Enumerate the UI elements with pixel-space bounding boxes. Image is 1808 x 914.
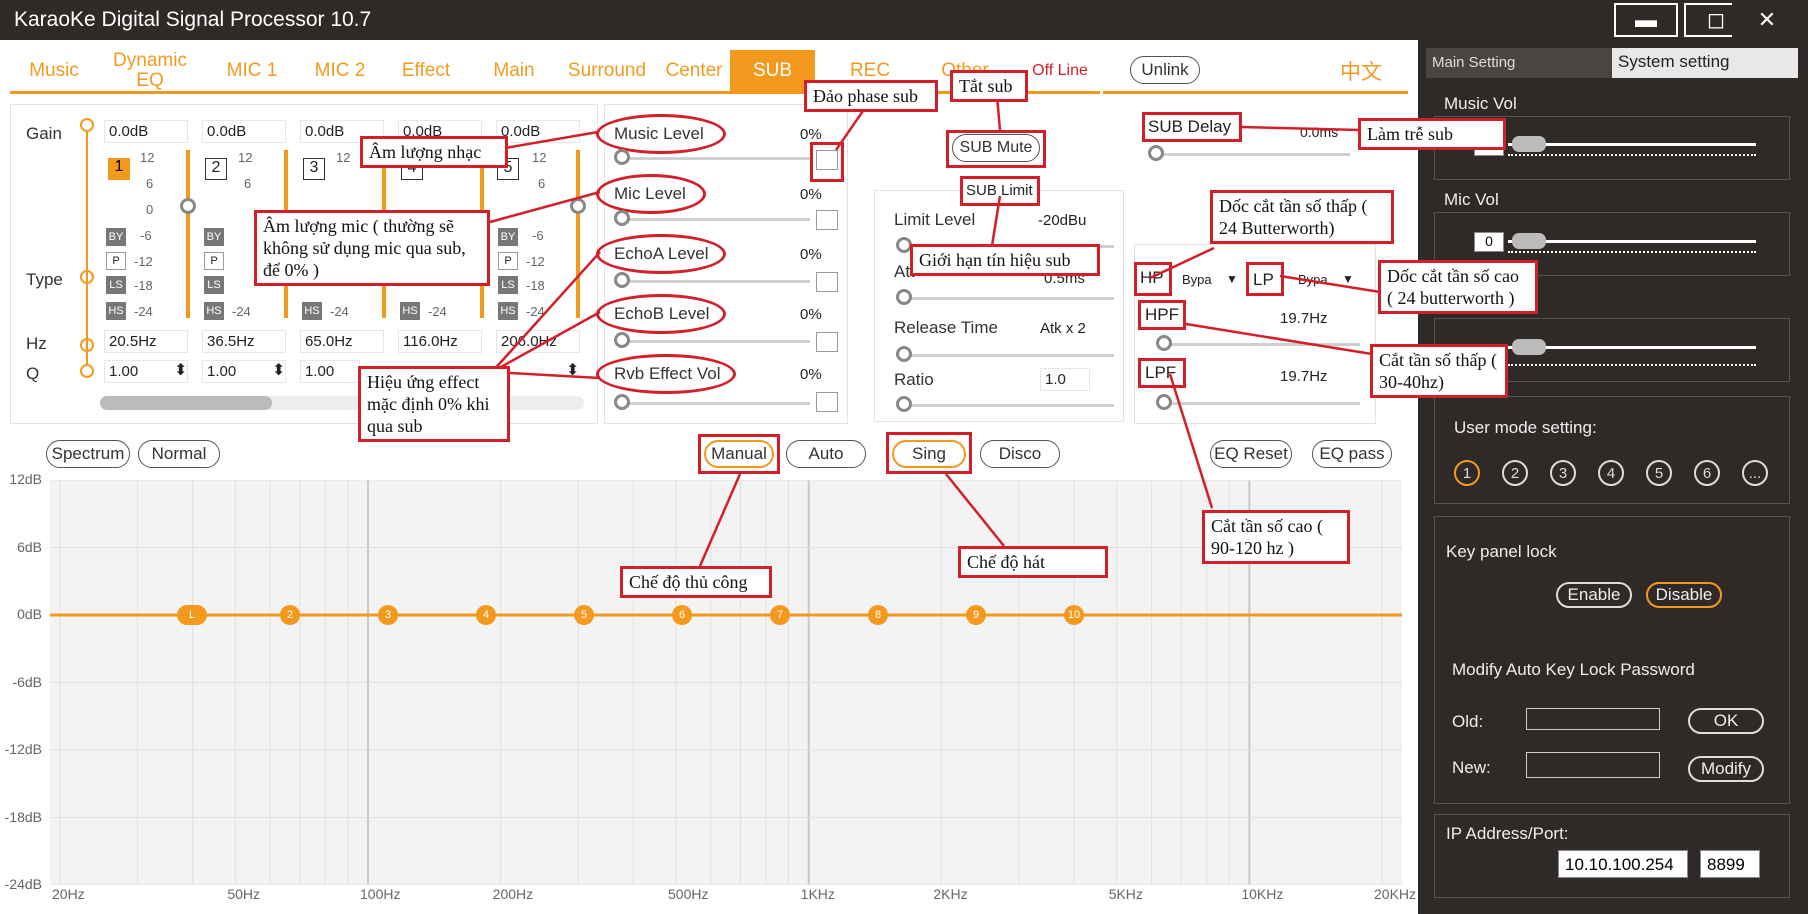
note-sub-limit: Giới hạn tín hiệu sub (910, 244, 1100, 276)
note-lpf: Cắt tần số cao ( 90-120 hz ) (1202, 510, 1350, 564)
note-hp-slope: Dốc cắt tần số thấp ( 24 Butterworth) (1210, 190, 1394, 244)
note-mic-volume: Âm lượng mic ( thường sẽ không sử dụng m… (254, 210, 490, 286)
note-lp-slope: Dốc cắt tần số cao ( 24 butterworth ) (1378, 260, 1538, 314)
note-sub-mute: Tắt sub (950, 70, 1028, 102)
note-hpf: Cắt tần số thấp ( 30-40hz) (1370, 344, 1508, 398)
note-manual-mode: Chế độ thủ công (620, 566, 772, 598)
note-sub-delay: Làm trễ sub (1358, 118, 1506, 150)
note-music-volume: Âm lượng nhạc (360, 136, 508, 168)
note-phase-invert: Đảo phase sub (804, 80, 938, 112)
note-sing-mode: Chế độ hát (958, 546, 1108, 578)
annotation-lines (489, 95, 1381, 567)
note-effect-default: Hiệu ứng effect mặc định 0% khi qua sub (358, 366, 510, 442)
